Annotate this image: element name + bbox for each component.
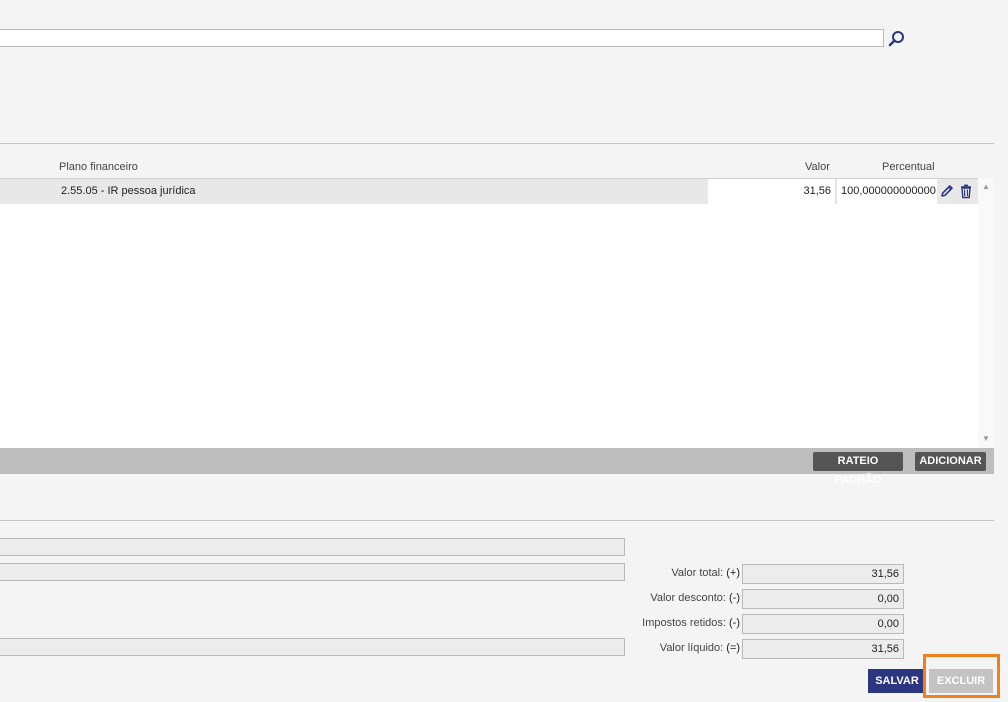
valor-desconto-field: 0,00 [742, 589, 904, 609]
section-divider-2 [0, 520, 994, 521]
rateio-grid [0, 178, 994, 448]
readonly-field-3 [0, 638, 625, 656]
scroll-down-icon[interactable]: ▼ [982, 434, 990, 443]
column-header-percentual: Percentual [882, 161, 935, 173]
valor-liquido-field: 31,56 [742, 639, 904, 659]
scroll-up-icon[interactable]: ▲ [982, 182, 990, 191]
valor-total-label: Valor total: (+) [671, 567, 740, 579]
impostos-retidos-field: 0,00 [742, 614, 904, 634]
column-header-plano: Plano financeiro [59, 161, 138, 173]
search-button[interactable] [887, 29, 907, 49]
section-divider [0, 143, 994, 144]
impostos-retidos-label: Impostos retidos: (-) [642, 617, 740, 629]
column-header-valor: Valor [805, 161, 830, 173]
cell-percentual[interactable]: 100,000000000000 [837, 179, 937, 204]
valor-total-field: 31,56 [742, 564, 904, 584]
grid-toolbar: RATEIO PADRÃO ADICIONAR [0, 448, 994, 486]
grid-scrollbar[interactable]: ▲ ▼ [978, 178, 994, 448]
cell-valor[interactable]: 31,56 [708, 179, 836, 204]
table-row[interactable]: 2.55.05 - IR pessoa jurídica 31,56 100,0… [0, 178, 978, 204]
salvar-button[interactable]: SALVAR [868, 669, 926, 693]
valor-desconto-label: Valor desconto: (-) [650, 592, 740, 604]
readonly-field-2 [0, 563, 625, 581]
readonly-field-1 [0, 538, 625, 556]
trash-icon[interactable] [958, 183, 974, 199]
highlight-box [923, 654, 1000, 698]
search-input[interactable] [0, 29, 884, 47]
valor-liquido-label: Valor líquido: (=) [659, 642, 740, 654]
edit-icon[interactable] [939, 183, 955, 199]
adicionar-button[interactable]: ADICIONAR [915, 452, 986, 471]
cell-plano-financeiro: 2.55.05 - IR pessoa jurídica [61, 185, 196, 197]
search-icon [888, 31, 904, 47]
rateio-padrao-button[interactable]: RATEIO PADRÃO [813, 452, 903, 486]
